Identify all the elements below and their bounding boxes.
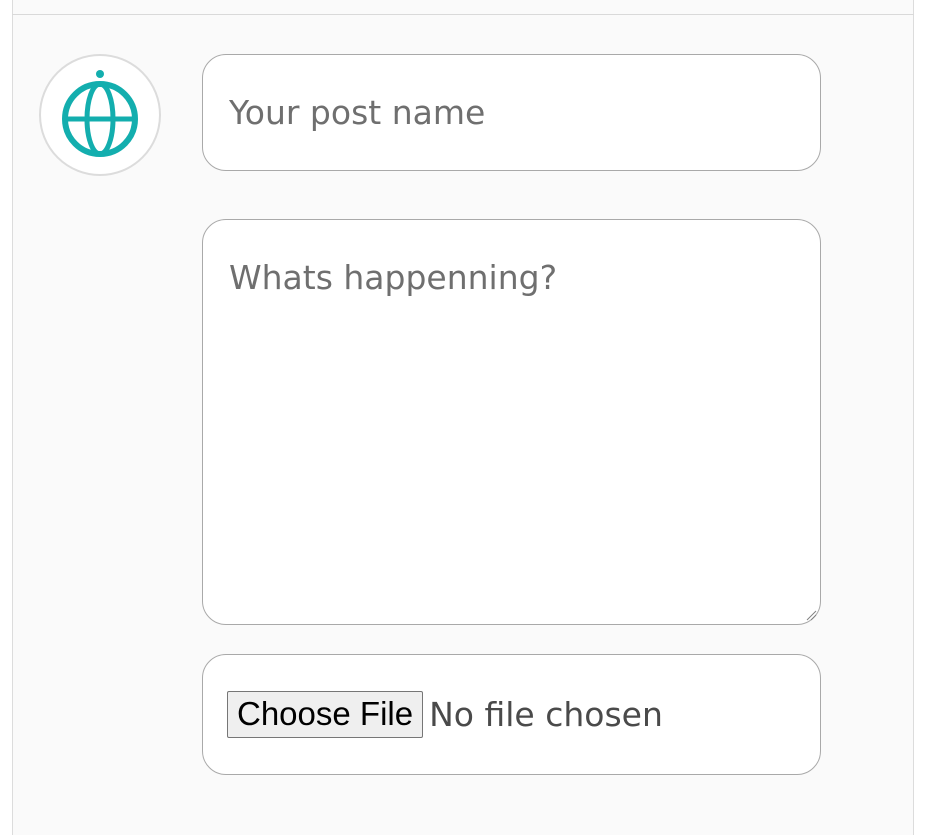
post-body-placeholder: Whats happenning? [229,258,558,297]
file-upload-field: Choose File No file chosen [202,654,821,775]
globe-icon [62,70,138,157]
resize-grip-icon[interactable] [805,609,817,621]
post-body-textarea[interactable]: Whats happenning? [202,219,821,625]
post-name-input[interactable]: Your post name [202,54,821,171]
top-divider [12,14,914,15]
avatar [39,54,161,176]
choose-file-button[interactable]: Choose File [227,690,424,739]
file-status-text: No file chosen [429,695,663,734]
post-name-placeholder: Your post name [229,93,486,132]
